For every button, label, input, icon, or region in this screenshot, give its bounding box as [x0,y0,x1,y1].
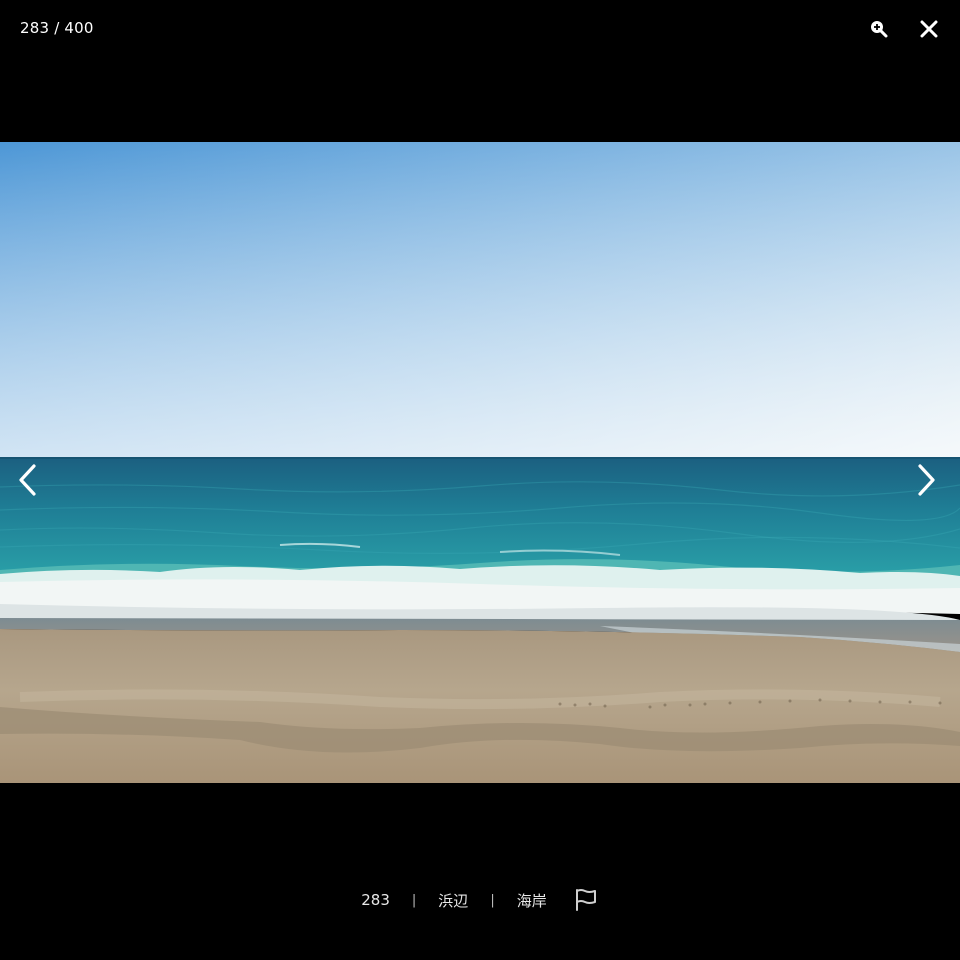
chevron-left-icon [19,464,36,496]
close-icon [920,20,938,38]
image-counter: 283 / 400 [20,19,94,37]
report-flag-button[interactable] [573,887,599,913]
beach-photo [0,142,960,783]
tag-link[interactable]: 浜辺 [438,890,468,911]
caption-separator: | [490,892,495,908]
next-image-button[interactable] [908,460,944,500]
image-number: 283 [361,891,390,909]
chevron-right-icon [918,464,935,496]
caption-separator: | [411,892,417,908]
close-button[interactable] [914,14,944,44]
zoom-in-icon [871,21,888,38]
image-caption: 283 | 浜辺 | 海岸 [0,886,960,914]
previous-image-button[interactable] [10,460,46,500]
flag-icon [575,889,596,911]
zoom-button[interactable] [864,14,894,44]
tag-link[interactable]: 海岸 [517,890,547,911]
image-viewer: 283 / 400 283 | 浜辺 | 海岸 [0,0,960,960]
